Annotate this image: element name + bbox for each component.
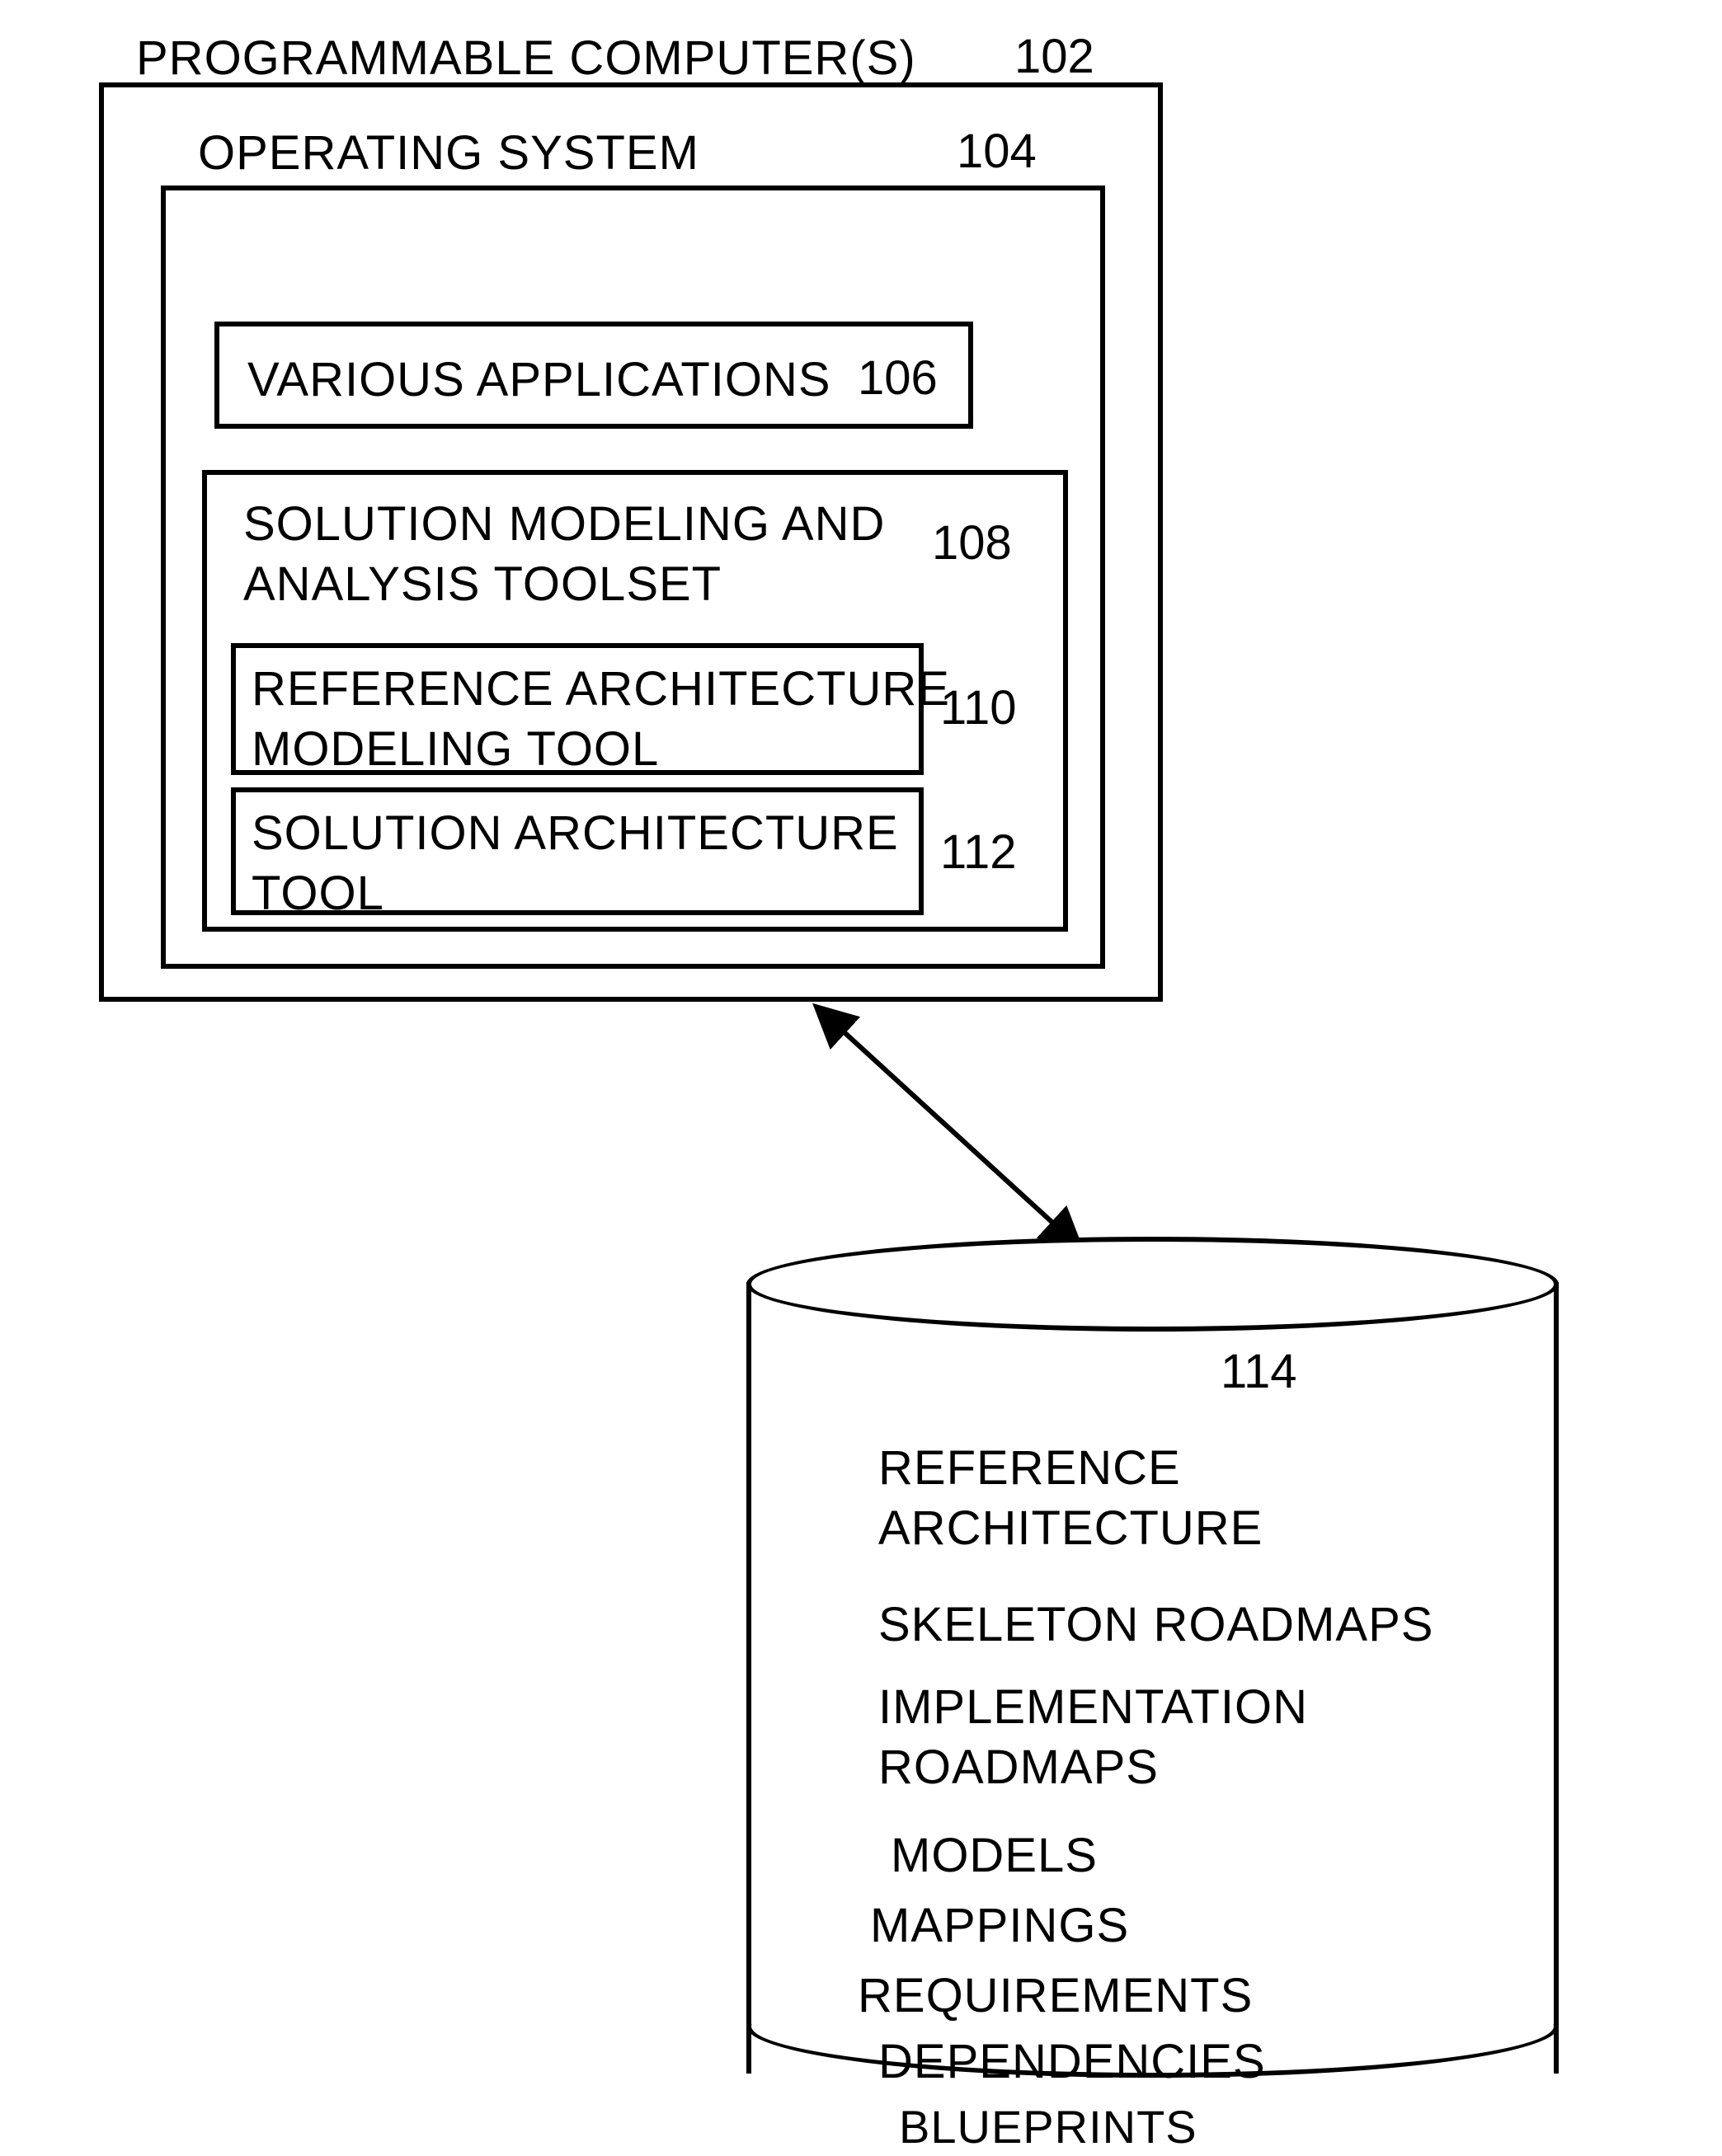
db-item-reference-architecture: REFERENCE ARCHITECTURE <box>878 1439 1263 1558</box>
db-item-blueprints: BLUEPRINTS <box>899 2098 1197 2156</box>
ref-114: 114 <box>1221 1344 1296 1399</box>
diagram-canvas: PROGRAMMABLE COMPUTER(S) 102 OPERATING S… <box>0 0 1722 2133</box>
db-item-dependencies: DEPENDENCIES <box>878 2032 1266 2093</box>
db-item-skeleton-roadmaps: SKELETON ROADMAPS <box>878 1595 1433 1656</box>
db-item-implementation-roadmaps: IMPLEMENTATION ROADMAPS <box>878 1678 1308 1797</box>
db-item-requirements: REQUIREMENTS <box>858 1966 1253 2027</box>
db-item-models: MODELS <box>891 1826 1098 1886</box>
db-item-mappings: MAPPINGS <box>870 1896 1129 1956</box>
